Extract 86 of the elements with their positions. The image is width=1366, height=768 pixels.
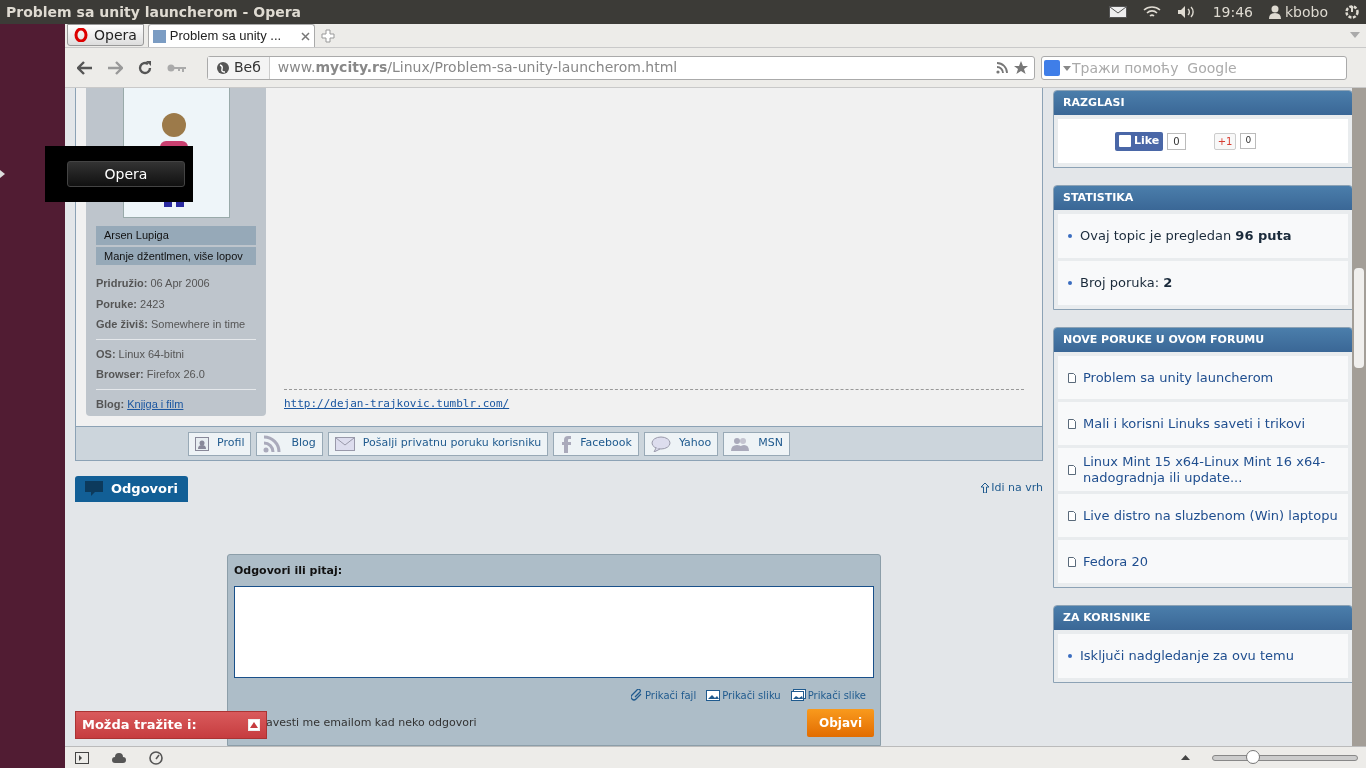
profile-field: OS: Linux 64-bitni [96,345,256,362]
attach-link[interactable]: Prikači fajl [631,687,697,703]
post-action-button[interactable]: Pošalji privatnu poruku korisniku [327,431,549,456]
document-icon [1068,418,1076,429]
window-title: Problem sa unity launcherom - Opera [6,2,302,22]
reply-button[interactable]: Odgovori [75,476,188,502]
star-icon[interactable] [1014,60,1028,75]
images-icon [790,689,806,701]
address-prefix: Веб [234,58,261,77]
close-icon[interactable] [300,31,310,41]
bullet-icon [1068,234,1072,238]
zoom-menu-icon[interactable] [1181,755,1190,760]
user-name[interactable]: Arsen Lupiga [96,226,256,245]
attach-link[interactable]: Prikači slike [790,687,866,703]
profile-field: Poruke: 2423 [96,295,256,312]
panel-title: RAZGLASI [1054,91,1352,115]
document-icon [1068,464,1076,475]
envelope-icon [334,436,355,451]
browser-tab[interactable]: Problem sa unity ... [147,24,315,47]
arrow-up-icon [981,483,990,494]
tab-title: Problem sa unity ... [169,27,282,46]
caret-icon[interactable] [1063,65,1071,71]
blog-label: Blog: [96,397,125,410]
bullet-icon [1068,654,1072,658]
volume-icon[interactable] [1176,5,1197,19]
power-icon[interactable] [1344,4,1360,20]
google-plus-button[interactable]: +1 [1213,132,1237,150]
people-icon [730,436,751,451]
profile-field: Browser: Firefox 26.0 [96,366,256,383]
topic-link[interactable]: Fedora 20 [1083,553,1148,570]
slider-thumb[interactable] [1246,749,1261,764]
panel-toggle-icon[interactable] [75,751,89,764]
panel-title: ZA KORISNIKE [1054,606,1352,630]
opera-logo-icon [74,28,88,42]
panel-title: STATISTIKA [1054,186,1352,210]
opera-menu-button[interactable]: Opera [67,24,144,46]
like-count: 0 [1167,132,1186,150]
site-icon [152,29,166,43]
suggestions-bar[interactable]: Možda tražite i: [75,711,267,739]
speedometer-icon[interactable] [149,750,163,765]
tooltip-label: Opera [67,161,185,187]
address-field[interactable]: Веб www.mycity.rs/Linux/Problem-sa-unity-launcherom.html [207,55,1035,80]
blog-link[interactable]: Knjiga i film [127,397,184,410]
url-text: www.mycity.rs/Linux/Problem-sa-unity-launcherom.html [276,58,679,77]
document-icon [1068,510,1076,521]
signature-link[interactable]: http://dejan-trajkovic.tumblr.com/ [284,395,510,412]
post-action-button[interactable]: Facebook [553,431,639,456]
person-icon [195,436,209,451]
document-icon [1068,556,1076,567]
globe-icon [216,60,230,75]
rss-icon[interactable] [996,61,1008,74]
speech-bubble-icon [85,481,103,497]
post-action-button[interactable]: Yahoo [643,431,719,456]
document-icon [1068,372,1076,383]
post-action-button[interactable]: Blog [256,431,323,456]
bullet-icon [1068,281,1072,285]
search-field[interactable]: Тражи помоћу Google [1041,55,1347,80]
pointer-icon [0,170,5,178]
wifi-icon[interactable] [1142,5,1161,19]
paperclip-icon [631,689,643,701]
attach-link[interactable]: Prikači sliku [706,687,781,703]
like-button[interactable]: Like [1115,131,1164,151]
profile-field: Pridružio: 06 Apr 2006 [96,275,256,292]
post-action-button[interactable]: Profil [188,431,252,456]
cloud-icon[interactable] [111,752,127,763]
panel-title: NOVE PORUKE U OVOM FORUMU [1054,328,1352,352]
suggestions-title: Možda tražite i: [82,716,197,735]
user-icon [1269,5,1281,19]
chat-bubble-icon [650,435,671,452]
plus-one-count: 0 [1240,133,1257,149]
reply-text-area[interactable] [234,585,874,678]
scrollbar[interactable] [1352,88,1366,746]
post-action-button[interactable]: MSN [723,431,790,456]
clock[interactable]: 19:46 [1212,1,1253,23]
profile-field: Gde živiš: Somewhere in time [96,316,256,333]
user-tagline: Manje džentlmen, više lopov [96,246,256,265]
notify-text: avesti me emailom kad neko odgovori [266,714,477,731]
form-title: Odgovori ili pitaj: [234,563,344,579]
mail-icon[interactable] [1108,6,1127,18]
sidebar-text[interactable]: Broj poruka: 2 [1080,273,1173,293]
reload-icon[interactable] [137,59,153,76]
back-icon[interactable] [77,60,93,75]
expand-icon[interactable] [248,719,260,731]
back-to-top-link[interactable]: Idi na vrh [981,480,1043,497]
image-icon [706,689,721,701]
user-name[interactable]: kbobo [1285,1,1328,23]
